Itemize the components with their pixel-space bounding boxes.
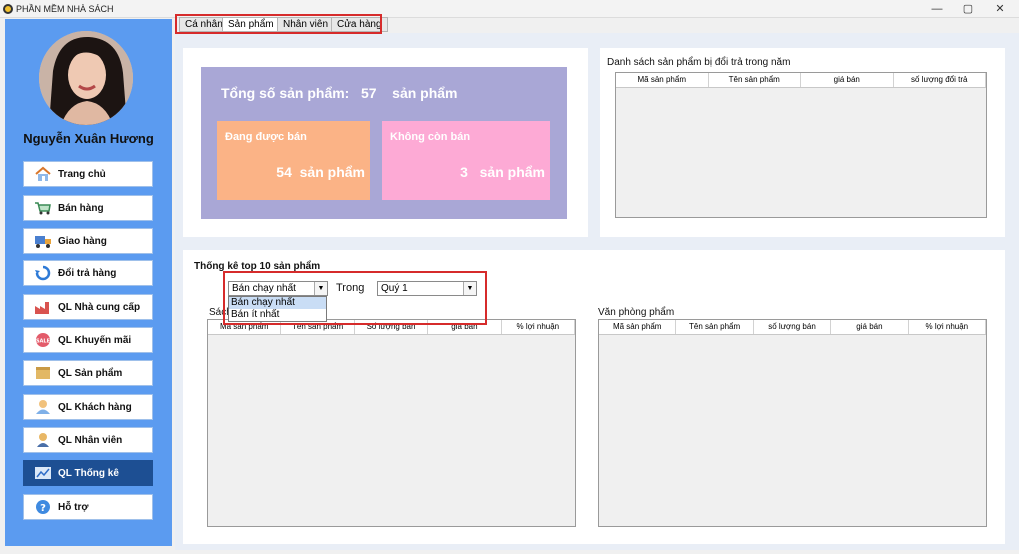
restore-icon[interactable]: ▢: [956, 1, 980, 17]
minimize-icon[interactable]: —: [925, 1, 949, 17]
summary-card: Tổng số sản phẩm: 57 sản phẩm Đang được …: [201, 67, 567, 219]
window-title: PHẦN MỀM NHÀ SÁCH: [16, 4, 114, 14]
returns-title: Danh sách sản phẩm bị đổi trả trong năm: [607, 57, 791, 68]
factory-icon: [34, 299, 52, 315]
selling-products-card: Đang được bán 54 sản phẩm: [217, 121, 370, 200]
column-header[interactable]: % lợi nhuận: [909, 320, 987, 334]
sidebar-item-label: Giao hàng: [58, 235, 107, 247]
app-icon: [3, 4, 13, 14]
column-header[interactable]: Tên sản phẩm: [709, 73, 801, 87]
sidebar-item-label: QL Nhân viên: [58, 434, 123, 446]
truck-icon: [34, 233, 52, 249]
title-bar: PHẦN MỀM NHÀ SÁCH — ▢ ✕: [0, 0, 1019, 18]
close-icon[interactable]: ✕: [988, 1, 1012, 17]
sale-icon: SALE: [34, 332, 52, 348]
table-header: Mã sản phẩm Tên sản phẩm số lượng bán gi…: [599, 320, 987, 335]
column-header[interactable]: % lợi nhuận: [502, 320, 576, 334]
books-table[interactable]: Mã sản phẩm Tên sản phẩm Số lượng bán gi…: [207, 319, 576, 527]
sidebar-item-label: QL Sản phẩm: [58, 367, 123, 379]
column-header[interactable]: số lượng bán: [754, 320, 832, 334]
svg-text:?: ?: [40, 503, 46, 514]
sidebar-item-statistics[interactable]: QL Thống kê: [23, 460, 153, 486]
discontinued-products-card: Không còn bán 3 sản phẩm: [382, 121, 550, 200]
highlight-box: [175, 14, 382, 34]
selling-label: Đang được bán: [225, 131, 307, 143]
sidebar-item-home[interactable]: Trang chủ: [23, 161, 153, 187]
discontinued-label: Không còn bán: [390, 131, 471, 143]
discontinued-value: 3 sản phẩm: [460, 164, 545, 180]
sidebar-item-label: Đổi trả hàng: [58, 267, 117, 279]
column-header[interactable]: giá bán: [831, 320, 909, 334]
sidebar-item-returns[interactable]: Đổi trả hàng: [23, 260, 153, 286]
stationery-title: Văn phòng phẩm: [598, 307, 675, 318]
total-products: Tổng số sản phẩm: 57 sản phẩm: [221, 85, 458, 101]
return-icon: [34, 265, 52, 281]
sidebar-item-label: Hỗ trợ: [58, 501, 89, 513]
selling-value: 54 sản phẩm: [276, 164, 365, 180]
sidebar-item-help[interactable]: ? Hỗ trợ: [23, 494, 153, 520]
sidebar-item-suppliers[interactable]: QL Nhà cung cấp: [23, 294, 153, 320]
sidebar-item-products[interactable]: QL Sản phẩm: [23, 360, 153, 386]
summary-panel: Tổng số sản phẩm: 57 sản phẩm Đang được …: [183, 48, 588, 237]
svg-text:SALE: SALE: [36, 339, 51, 345]
column-header[interactable]: giá bán: [801, 73, 894, 87]
avatar: [39, 31, 133, 125]
home-icon: [34, 166, 52, 182]
column-header[interactable]: Tên sản phẩm: [676, 320, 754, 334]
sidebar-item-label: Bán hàng: [58, 202, 104, 214]
employee-icon: [34, 432, 52, 448]
column-header[interactable]: Mã sản phẩm: [599, 320, 677, 334]
sidebar-item-sales[interactable]: Bán hàng: [23, 195, 153, 221]
sidebar-item-label: QL Thống kê: [58, 467, 119, 479]
sidebar-item-label: QL Khuyến mãi: [58, 334, 132, 346]
sidebar-item-customers[interactable]: QL Khách hàng: [23, 394, 153, 420]
sidebar-item-label: QL Nhà cung cấp: [58, 301, 141, 313]
returns-panel: Danh sách sản phẩm bị đổi trả trong năm …: [600, 48, 1005, 237]
column-header[interactable]: số lượng đổi trả: [894, 73, 986, 87]
sidebar: Nguyễn Xuân Hương Trang chủ Bán hàng Gia…: [5, 19, 172, 546]
sidebar-item-delivery[interactable]: Giao hàng: [23, 228, 153, 254]
table-header: Mã sản phẩm Tên sản phẩm giá bán số lượn…: [616, 73, 986, 88]
sidebar-item-employees[interactable]: QL Nhân viên: [23, 427, 153, 453]
column-header[interactable]: Mã sản phẩm: [616, 73, 709, 87]
chart-icon: [34, 465, 52, 481]
highlight-box: [223, 271, 487, 325]
stationery-table[interactable]: Mã sản phẩm Tên sản phẩm số lượng bán gi…: [598, 319, 987, 527]
total-products-value: 57: [361, 85, 377, 101]
customer-icon: [34, 399, 52, 415]
help-icon: ?: [34, 499, 52, 515]
user-name: Nguyễn Xuân Hương: [23, 131, 154, 146]
sidebar-item-label: Trang chủ: [58, 168, 106, 180]
returns-table[interactable]: Mã sản phẩm Tên sản phẩm giá bán số lượn…: [615, 72, 987, 218]
cart-icon: [34, 200, 52, 216]
box-icon: [34, 365, 52, 381]
sidebar-item-label: QL Khách hàng: [58, 401, 132, 413]
sidebar-item-promotions[interactable]: SALE QL Khuyến mãi: [23, 327, 153, 353]
